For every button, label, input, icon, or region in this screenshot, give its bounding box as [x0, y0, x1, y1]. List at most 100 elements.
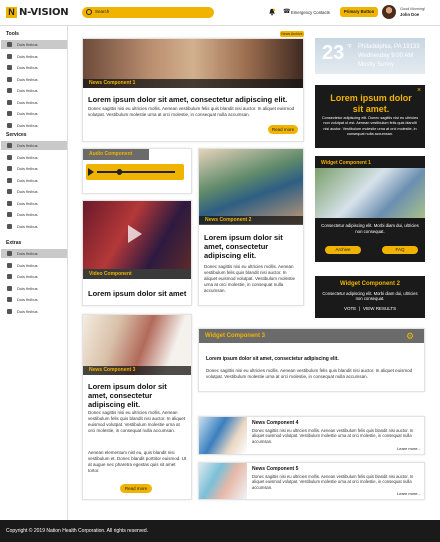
sidebar-item-icon — [7, 143, 12, 148]
sidebar-item-icon — [7, 88, 12, 93]
widget-1-image — [315, 168, 425, 218]
video-play-icon[interactable] — [128, 225, 142, 243]
sidebar-item[interactable]: Duis finibus — [1, 164, 67, 173]
sidebar-item-icon — [7, 212, 12, 217]
sidebar-item[interactable]: Duis finibus — [1, 222, 67, 231]
user-name[interactable]: John Doe — [400, 12, 419, 17]
sidebar-item-icon — [7, 285, 12, 291]
video-tag: Video Component — [83, 269, 191, 279]
news-4-tag[interactable]: News Component 4 — [252, 420, 298, 426]
news-3-tag: News Component 3 — [83, 366, 191, 375]
sidebar-item-label: Duis finibus — [17, 76, 38, 82]
sidebar-item[interactable]: Duis finibus — [1, 141, 67, 150]
sidebar-item[interactable]: Duis finibus — [1, 272, 67, 281]
sidebar-item[interactable]: Duis finibus — [1, 249, 67, 258]
weather-temp: 23 — [322, 42, 345, 64]
audio-scrubber-handle[interactable] — [117, 169, 122, 175]
sidebar-item[interactable]: Duis finibus — [1, 52, 67, 61]
sidebar-item[interactable]: Duis finibus — [1, 63, 67, 72]
news-4-body: Donec sagittis nisi eu ultricies mollis.… — [252, 428, 414, 444]
news-3-body: Donec sagittis nisi eu ultricies mollis.… — [88, 410, 186, 433]
alert-body: Consectetur adipiscing elit. Donec sagit… — [321, 116, 419, 136]
sidebar-item[interactable]: Duis finibus — [1, 109, 67, 118]
sidebar-item-label: Duis finibus — [17, 200, 38, 206]
avatar[interactable] — [382, 5, 396, 19]
weather-time: Wednesday 9:00 AM — [358, 53, 414, 59]
sidebar-item[interactable]: Duis finibus — [1, 199, 67, 208]
sidebar-item[interactable]: Duis finibus — [1, 121, 67, 130]
sidebar-item-icon — [7, 223, 12, 229]
sidebar-item[interactable]: Duis finibus — [1, 210, 67, 219]
sidebar-item[interactable]: Duis finibus — [1, 307, 67, 316]
sidebar-item-label: Duis finibus — [17, 166, 38, 171]
close-icon[interactable]: × — [417, 87, 421, 94]
sidebar-item-label: Duis finibus — [17, 111, 38, 116]
sidebar-item-icon — [7, 200, 12, 206]
sidebar-item-icon — [7, 65, 12, 70]
sidebar-item[interactable]: Duis finibus — [1, 187, 67, 196]
emergency-contacts-link[interactable]: Emergency Contacts — [291, 10, 330, 15]
sidebar-item[interactable]: Duis finibus — [1, 40, 67, 49]
widget-1-tag: Widget Component 1 — [315, 158, 425, 168]
alert-headline: Lorem ipsum dolor sit amet. — [330, 93, 412, 114]
news-4-learn-more-link[interactable]: Learn more... — [397, 446, 421, 451]
widget-2-tag: Widget Component 2 — [340, 281, 400, 287]
view-results-link[interactable]: VIEW RESULTS — [363, 306, 396, 311]
sidebar-item-icon — [7, 251, 12, 256]
news-2-tag: News Component 2 — [199, 216, 303, 225]
news-2-headline[interactable]: Lorem ipsum dolor sit amet, consectetur … — [204, 233, 300, 260]
phone-icon: ☎ — [283, 9, 291, 15]
sidebar-item-icon — [7, 111, 12, 116]
sidebar-tools-list: Duis finibus Duis finibus Duis finibus Duis… — [1, 40, 67, 130]
news-1-tag: News Component 1 — [83, 79, 303, 88]
sidebar-item[interactable]: Duis finibus — [1, 153, 67, 162]
play-icon[interactable] — [88, 168, 94, 176]
primary-button[interactable]: Primary Button — [340, 7, 378, 17]
sidebar-item-label: Duis finibus — [17, 99, 38, 105]
widget-2-body: Consectetur adipiscing elit. Morbi diam … — [322, 291, 418, 302]
widget-3-tag: Widget Component 3 — [205, 333, 265, 339]
sidebar-item-label: Duis finibus — [17, 285, 38, 291]
faq-button[interactable]: FAQ — [382, 246, 418, 254]
sidebar-item-label: Duis finibus — [17, 53, 38, 59]
sidebar-item[interactable]: Duis finibus — [1, 86, 67, 95]
news-archive-badge[interactable]: News Archive — [280, 31, 304, 37]
news-3-read-more-button[interactable]: Read more — [120, 484, 152, 493]
audio-progress[interactable] — [97, 171, 175, 173]
sidebar-item-label: Duis finibus — [17, 177, 38, 183]
sidebar-item[interactable]: Duis finibus — [1, 75, 67, 84]
sidebar-item-icon — [7, 189, 12, 194]
vote-link[interactable]: VOTE — [344, 306, 356, 311]
logo-text[interactable]: N-VISION — [19, 7, 69, 18]
news-5-tag[interactable]: News Component 5 — [252, 466, 298, 472]
news-2-body: Donec sagittis nisi eu ultricies mollis.… — [204, 264, 296, 293]
archive-button[interactable]: Archive — [325, 246, 361, 254]
news-1-read-more-button[interactable]: Read more — [268, 125, 298, 134]
sidebar-item[interactable]: Duis finibus — [1, 98, 67, 107]
news-3-headline[interactable]: Lorem ipsum dolor sit amet, consectetur … — [88, 382, 188, 409]
footer: Copyright © 2019 Nation Health Corporati… — [0, 520, 440, 542]
news-2-image — [199, 149, 303, 224]
sidebar-item-label: Duis finibus — [17, 42, 38, 47]
widget-3-body: Donec sagittis nisi eu ultricies mollis.… — [206, 368, 413, 379]
news-1-headline[interactable]: Lorem ipsum dolor sit amet, consectetur … — [88, 95, 300, 104]
sidebar-item[interactable]: Duis finibus — [1, 295, 67, 304]
sidebar-item-label: Duis finibus — [17, 262, 38, 268]
search-icon — [86, 9, 92, 15]
sidebar-item[interactable]: Duis finibus — [1, 176, 67, 185]
news-5-learn-more-link[interactable]: Learn more... — [397, 491, 421, 496]
notification-bell-icon[interactable] — [268, 8, 276, 16]
sidebar-item-label: Duis finibus — [17, 122, 38, 128]
weather-city: Philadelphia, PA 19133 — [358, 44, 420, 50]
gear-icon[interactable]: ⚙ — [406, 331, 414, 341]
sidebar-services-list: Duis finibus Duis finibus Duis finibus Duis… — [1, 141, 67, 231]
logo-mark[interactable]: N — [6, 7, 17, 18]
sidebar-item-label: Duis finibus — [17, 154, 38, 160]
sidebar-item[interactable]: Duis finibus — [1, 261, 67, 270]
news-5-image — [199, 463, 247, 499]
sidebar-extras-list: Duis finibus Duis finibus Duis finibus Duis… — [1, 249, 67, 316]
sidebar-item-icon — [7, 42, 12, 47]
sidebar-item-label: Duis finibus — [17, 274, 38, 279]
video-headline[interactable]: Lorem ipsum dolor sit amet — [88, 289, 188, 298]
sidebar-item[interactable]: Duis finibus — [1, 284, 67, 293]
